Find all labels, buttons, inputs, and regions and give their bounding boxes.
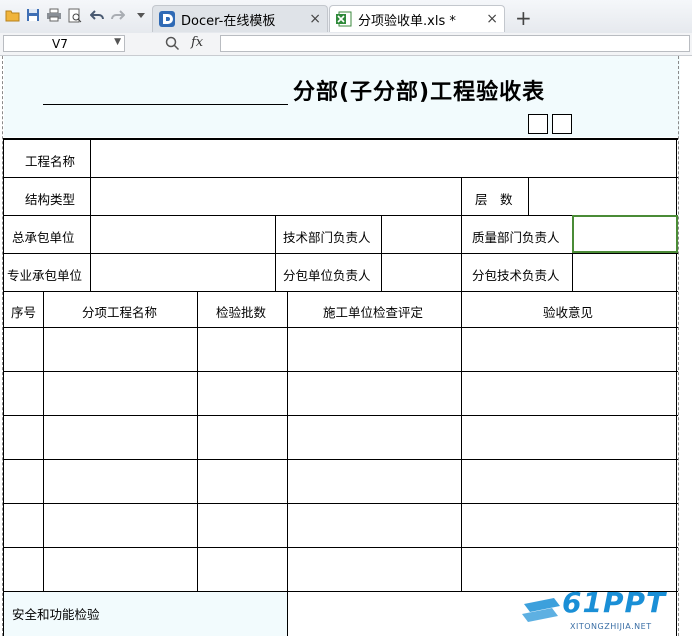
grid-line [4,138,678,140]
column-header-unit-check: 施工单位检查评定 [323,305,424,320]
grid-line [4,291,678,292]
grid-line [197,291,198,592]
grid-line [4,371,678,372]
formula-input[interactable] [220,35,690,52]
tab-workbook-label: 分项验收单.xls * [358,13,456,29]
new-tab-button[interactable]: + [515,6,532,30]
column-header-batch-count: 检验批数 [216,305,267,320]
grid-line [4,503,678,504]
label-sub-tech-head: 分包技术负责人 [472,268,560,283]
grid-line [461,291,462,592]
site-watermark: 61PPT XITONGZHIJIA.NET [520,584,690,636]
label-specialty-contractor: 专业承包单位 [7,268,83,283]
label-quality-dept-head: 质量部门负责人 [472,230,560,245]
redo-icon[interactable] [110,7,126,23]
watermark-brand: 61PPT [562,586,667,619]
customize-dropdown-icon[interactable] [133,7,149,23]
name-box[interactable]: V7 ▼ [3,35,125,52]
watermark-site: XITONGZHIJIA.NET [570,622,652,631]
zoom-search-icon[interactable] [165,36,180,54]
spreadsheet-grid[interactable]: 分部(子分部)工程验收表 工程名称 结构类型 层 数 总承包单位 技术部门负责人… [0,56,692,636]
close-icon[interactable]: × [309,11,321,27]
grid-line [4,327,678,328]
grid-line [287,291,288,636]
grid-line [90,139,91,292]
selected-cell[interactable] [572,215,678,253]
print-preview-icon[interactable] [67,7,83,23]
column-header-acceptance: 验收意见 [543,305,594,320]
label-sub-unit-head: 分包单位负责人 [283,268,371,283]
label-structure-type: 结构类型 [25,192,76,207]
tab-docer[interactable]: Docer-在线模板 × [152,5,328,32]
label-floors: 层 数 [475,192,513,207]
form-title: 分部(子分部)工程验收表 [293,80,546,105]
underline-blank [43,104,288,105]
grid-line [4,459,678,460]
title-bar: Docer-在线模板 × 分项验收单.xls * × + [0,0,692,34]
label-safety-check: 安全和功能检验 [12,607,100,622]
label-general-contractor: 总承包单位 [12,230,75,245]
undo-icon[interactable] [89,7,105,23]
chevron-down-icon[interactable]: ▼ [114,37,121,47]
checkbox-square [552,114,572,134]
save-icon[interactable] [25,7,41,23]
open-folder-icon[interactable] [5,7,21,23]
print-icon[interactable] [46,7,62,23]
grid-line [676,138,677,636]
column-header-item-name: 分项工程名称 [82,305,158,320]
grid-line [275,215,276,292]
docer-icon [159,11,175,27]
checkbox-square [528,114,548,134]
grid-line [43,291,44,592]
cell-reference: V7 [52,37,68,51]
grid-line [3,138,4,636]
grid-line [4,253,678,254]
grid-line [4,415,678,416]
function-icon[interactable]: fx [191,35,203,50]
column-header-no: 序号 [11,305,37,320]
spreadsheet-icon [336,11,352,27]
label-tech-dept-head: 技术部门负责人 [283,230,371,245]
close-icon[interactable]: × [486,11,498,27]
grid-line [461,177,462,292]
label-project-name: 工程名称 [25,154,76,169]
tab-docer-label: Docer-在线模板 [181,13,276,29]
page-break-right [678,56,679,636]
grid-line [4,177,678,178]
tab-workbook[interactable]: 分项验收单.xls * × [329,5,505,32]
formula-bar: V7 ▼ fx [0,33,692,56]
grid-line [528,177,529,215]
grid-line [381,215,382,292]
grid-line [4,547,678,548]
